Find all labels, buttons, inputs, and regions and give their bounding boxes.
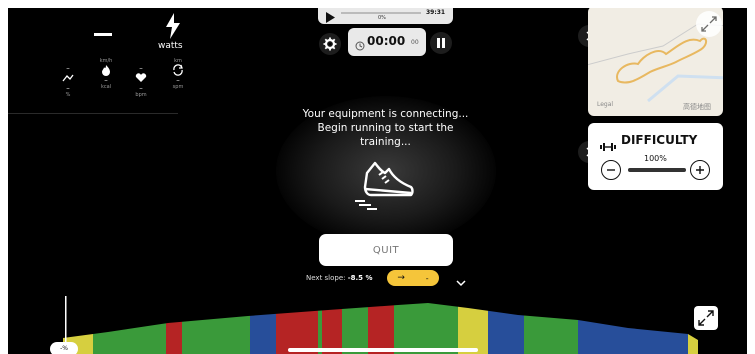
next-slope-badge: → - [387, 270, 439, 286]
cadence-metric: km – spm [158, 58, 198, 90]
media-player: 0% 39:31 [318, 8, 453, 24]
plus-icon [696, 166, 704, 174]
heart-metric: – – bpm [121, 64, 161, 98]
pause-button[interactable] [430, 32, 452, 54]
settings-button[interactable] [319, 33, 341, 55]
difficulty-decrease-button[interactable] [601, 160, 621, 180]
difficulty-level-track [628, 168, 686, 172]
power-unit: watts [158, 41, 183, 51]
training-screen: watts – – % km/h – kcal – – bpm km – spm… [8, 8, 747, 354]
profile-expand-button[interactable] [694, 306, 718, 330]
running-shoe-icon [353, 155, 417, 211]
difficulty-increase-button[interactable] [690, 160, 710, 180]
difficulty-level-fill [628, 168, 686, 172]
lightning-icon [163, 12, 183, 40]
quit-label: QUIT [372, 244, 400, 256]
map-brand-right: 高德地图 [683, 103, 711, 111]
elevation-profile [63, 296, 698, 354]
timer-hundredths: 00 [411, 39, 419, 46]
difficulty-panel: DIFFICULTY 100% [588, 123, 723, 190]
timer-display: 00:00 00 [348, 28, 426, 56]
cadence-icon [158, 64, 198, 76]
next-slope-dash: - [425, 273, 429, 283]
media-time: 39:31 [426, 9, 446, 16]
play-icon[interactable] [325, 8, 335, 27]
map-brand-left: Legal [597, 101, 614, 108]
speed-metric: – – % [48, 64, 88, 98]
difficulty-value: 100% [644, 154, 667, 163]
dumbbell-icon [600, 136, 616, 155]
minus-icon [607, 169, 615, 171]
pause-icon [437, 38, 445, 48]
clock-icon [355, 36, 365, 55]
gear-icon [323, 37, 337, 51]
chevron-down-icon [456, 280, 466, 287]
difficulty-title: DIFFICULTY [621, 133, 698, 147]
route-map[interactable]: Legal 高德地图 [588, 8, 723, 116]
quit-button[interactable]: QUIT [319, 234, 453, 266]
map-expand-button[interactable] [696, 11, 722, 37]
home-indicator[interactable] [288, 348, 478, 352]
expand-icon [701, 16, 717, 32]
position-marker [65, 296, 67, 344]
media-progress-track[interactable] [341, 12, 421, 14]
status-message: Your equipment is connecting... Begin ru… [302, 108, 469, 148]
calories-metric: km/h – kcal [86, 58, 126, 90]
current-slope-badge: -% [50, 342, 78, 354]
timer-main: 00:00 [367, 34, 406, 48]
arrow-right-icon: → [397, 273, 405, 283]
next-slope-label: Next slope: -8.5 % [306, 274, 373, 282]
speed-icon [48, 72, 88, 84]
stats-divider [8, 113, 178, 114]
expand-icon [698, 310, 714, 326]
flame-icon [86, 64, 126, 76]
media-percent: 0% [378, 15, 386, 21]
heart-icon [121, 72, 161, 84]
power-value-dash [94, 33, 112, 36]
